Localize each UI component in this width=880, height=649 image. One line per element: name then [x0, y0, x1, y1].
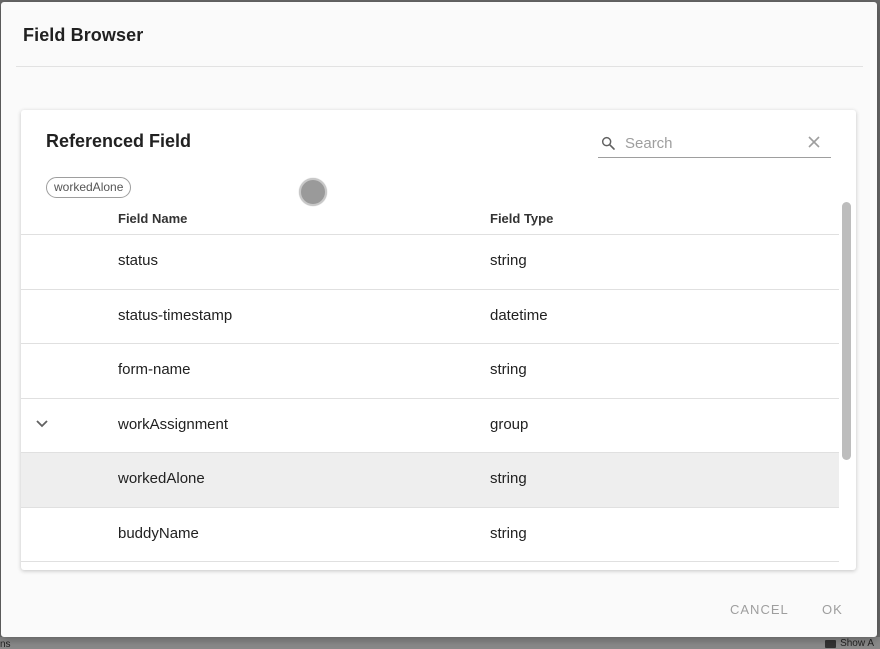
- field-name-cell: workAssignment: [118, 415, 229, 433]
- search-input[interactable]: [625, 132, 795, 154]
- mouse-cursor-indicator: [299, 178, 327, 206]
- dialog-title: Field Browser: [23, 25, 144, 45]
- field-type-cell: string: [490, 252, 527, 269]
- field-type-cell: string: [490, 361, 527, 378]
- field-table-body: status string status-timestamp datetime …: [21, 235, 839, 562]
- table-row[interactable]: workAssignment group: [21, 399, 839, 453]
- table-row-selected[interactable]: workedAlone string: [21, 453, 839, 508]
- background-show-all: Show A: [825, 638, 874, 649]
- field-browser-dialog: Field Browser Referenced Field workedAlo…: [1, 2, 877, 637]
- cancel-button[interactable]: CANCEL: [730, 602, 789, 617]
- table-row[interactable]: status string: [21, 235, 839, 290]
- search-box: [598, 130, 831, 158]
- field-name-cell: form-name: [118, 361, 191, 378]
- field-name-cell: status: [118, 252, 159, 269]
- search-icon: [601, 136, 615, 150]
- field-type-cell: group: [490, 415, 529, 433]
- table-row[interactable]: buddyName string: [21, 508, 839, 562]
- scrollbar-thumb[interactable]: [842, 202, 851, 460]
- field-type-cell: string: [490, 524, 527, 542]
- table-row[interactable]: status-timestamp datetime: [21, 290, 839, 344]
- field-type-cell: datetime: [490, 306, 548, 324]
- title-divider: [16, 66, 863, 67]
- close-icon[interactable]: [807, 135, 821, 149]
- background-show-label: Show A: [840, 638, 874, 649]
- ok-button[interactable]: OK: [822, 602, 843, 617]
- field-name-cell: status-timestamp: [118, 306, 233, 324]
- column-header-field-type[interactable]: Field Type: [490, 211, 553, 226]
- field-name-cell: buddyName: [118, 524, 199, 542]
- chevron-down-icon[interactable]: [35, 419, 49, 429]
- referenced-field-panel: Referenced Field workedAlone Field Name …: [21, 110, 856, 570]
- column-header-field-name[interactable]: Field Name: [118, 211, 187, 226]
- background-text: ns: [0, 639, 11, 649]
- dialog-actions: CANCEL OK: [1, 602, 877, 626]
- field-name-cell: workedAlone: [118, 470, 205, 487]
- panel-title: Referenced Field: [46, 131, 192, 151]
- background-strip: [0, 637, 880, 649]
- table-header: Field Name Field Type: [21, 206, 839, 235]
- field-type-cell: string: [490, 470, 527, 487]
- selected-field-chip[interactable]: workedAlone: [46, 177, 132, 198]
- table-row[interactable]: form-name string: [21, 344, 839, 399]
- folder-icon: [825, 639, 837, 648]
